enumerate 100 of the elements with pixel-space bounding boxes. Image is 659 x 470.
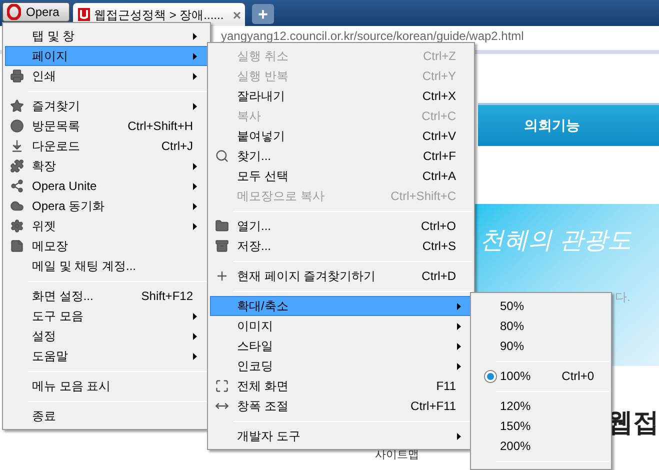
menu-item-label: 90% [500,338,524,355]
menu-item[interactable]: 50% [473,296,609,316]
shortcut-text: Ctrl+Shift+H [128,118,193,135]
menu-item[interactable]: 200% [473,436,609,456]
menu-item[interactable]: 즐겨찾기 [5,96,208,116]
menu-item[interactable]: 창폭 조절 Ctrl+F11 [210,396,472,416]
menu-item[interactable]: 인코딩 [210,356,472,376]
site-favicon-icon [78,8,90,21]
menu-item[interactable]: 100% Ctrl+0 [473,366,609,386]
footer-link[interactable]: 사이트맵 [375,446,419,463]
shortcut-text: Ctrl+X [422,88,456,105]
note-icon [10,239,24,253]
menu-item[interactable]: 개발자 도구 [210,426,472,446]
opera-logo-icon [7,4,21,20]
menu-item-label: 방문목록 [32,118,80,135]
cloud-icon [10,199,24,213]
menu-item-label: 붙여넣기 [237,128,285,145]
shortcut-text: Ctrl+S [422,238,456,255]
menu-item[interactable]: 80% [473,316,609,336]
menu-item-label: 확대/축소 [237,298,288,315]
menu-item-label: 메모장 [32,238,68,255]
menu-item[interactable]: 150% [473,416,609,436]
menu-item[interactable]: 확대/축소 [210,296,472,316]
menu-item-label: 잘라내기 [237,88,285,105]
menu-item[interactable]: 이미지 [210,316,472,336]
menu-item-label: 전체 화면 [237,378,288,395]
opera-menu-button[interactable]: Opera [2,2,70,22]
shortcut-text: Ctrl+V [422,128,456,145]
menu-item[interactable]: 확장 [5,156,208,176]
menu-item-label: 화면 설정... [32,288,94,305]
menu-item-label: 열기... [237,218,272,235]
share-icon [10,179,24,193]
puzzle-icon [10,159,24,173]
menu-item[interactable]: 도구 모음 [5,306,208,326]
fullscreen-icon [215,379,229,393]
menu-item-label: 100% [500,368,531,385]
menu-item[interactable]: 탭 및 창 [5,26,208,46]
menu-item-label: Opera 동기화 [32,198,105,215]
menu-item[interactable]: 스타일 [210,336,472,356]
menu-item[interactable]: Opera Unite [5,176,208,196]
menu-item[interactable]: 찾기... Ctrl+F [210,146,472,166]
shortcut-text: Ctrl+C [422,108,456,125]
menu-item-label: 도구 모음 [32,308,84,325]
menu-item[interactable]: 90% [473,336,609,356]
menu-item[interactable]: Opera 동기화 [5,196,208,216]
menu-item-label: 50% [500,298,524,315]
shortcut-text: Ctrl+F11 [410,398,456,415]
menu-item[interactable]: 저장... Ctrl+S [210,236,472,256]
menu-item-label: 150% [500,418,531,435]
close-tab-button[interactable]: × [232,8,241,22]
folder-icon [215,219,229,233]
gear-icon [10,219,24,233]
menu-item[interactable]: 도움말 [5,346,208,366]
star-icon [10,99,24,113]
menu-item-label: 저장... [237,238,272,255]
menu-item-label: 80% [500,318,524,335]
menu-item-label: 120% [500,398,531,415]
tab-title: 웹접근성정책 > 장애...... [94,6,224,24]
menu-item-label: 메모장으로 복사 [237,188,324,205]
menu-item[interactable]: 모두 선택 Ctrl+A [210,166,472,186]
menu-item-label: 인쇄 [32,68,56,85]
printer-icon [10,69,24,83]
menu-item[interactable]: 현재 페이지 즐겨찾기하기 Ctrl+D [210,266,472,286]
shortcut-text: Shift+F12 [141,288,193,305]
menu-item-label: 설정 [32,328,56,345]
menu-item-label: 위젯 [32,218,56,235]
menu-item-label: 200% [500,438,531,455]
menu-item[interactable]: 120% [473,396,609,416]
shortcut-text: Ctrl+J [161,138,193,155]
menu-item[interactable]: 메뉴 모음 표시 [5,376,208,396]
shortcut-text: Ctrl+Shift+C [390,188,456,205]
menu-item[interactable]: 다운로드 Ctrl+J [5,136,208,156]
menu-item[interactable]: 화면 설정... Shift+F12 [5,286,208,306]
menu-item[interactable]: 열기... Ctrl+O [210,216,472,236]
menu-item[interactable]: 위젯 [5,216,208,236]
menu-item[interactable]: 메일 및 채팅 계정... [5,256,208,276]
download-icon [10,139,24,153]
menu-item-label: 다운로드 [32,138,80,155]
menu-item-label: 메뉴 모음 표시 [32,378,111,395]
menu-item[interactable]: 설정 [5,326,208,346]
menu-item[interactable]: 잘라내기 Ctrl+X [210,86,472,106]
save-icon [215,239,229,253]
menu-item-label: Opera Unite [32,178,97,195]
menu-item-label: 즐겨찾기 [32,98,80,115]
shortcut-text: Ctrl+O [420,218,456,235]
menu-item[interactable]: 방문목록 Ctrl+Shift+H [5,116,208,136]
menu-item[interactable]: 종료 [5,406,208,426]
menu-item-label: 실행 반복 [237,68,288,85]
menu-item[interactable]: 메모장 [5,236,208,256]
shortcut-text: Ctrl+D [422,268,456,285]
menu-item-label: 찾기... [237,148,272,165]
menu-item-label: 창폭 조절 [237,398,288,415]
shortcut-text: Ctrl+F [423,148,456,165]
menu-item[interactable]: 붙여넣기 Ctrl+V [210,126,472,146]
menu-item[interactable]: 인쇄 [5,66,208,86]
menu-item-label: 인코딩 [237,358,273,375]
menu-item[interactable]: 페이지 [5,46,208,66]
shortcut-text: Ctrl+0 [562,368,594,385]
menu-item[interactable]: 전체 화면 F11 [210,376,472,396]
shortcut-text: Ctrl+A [422,168,456,185]
